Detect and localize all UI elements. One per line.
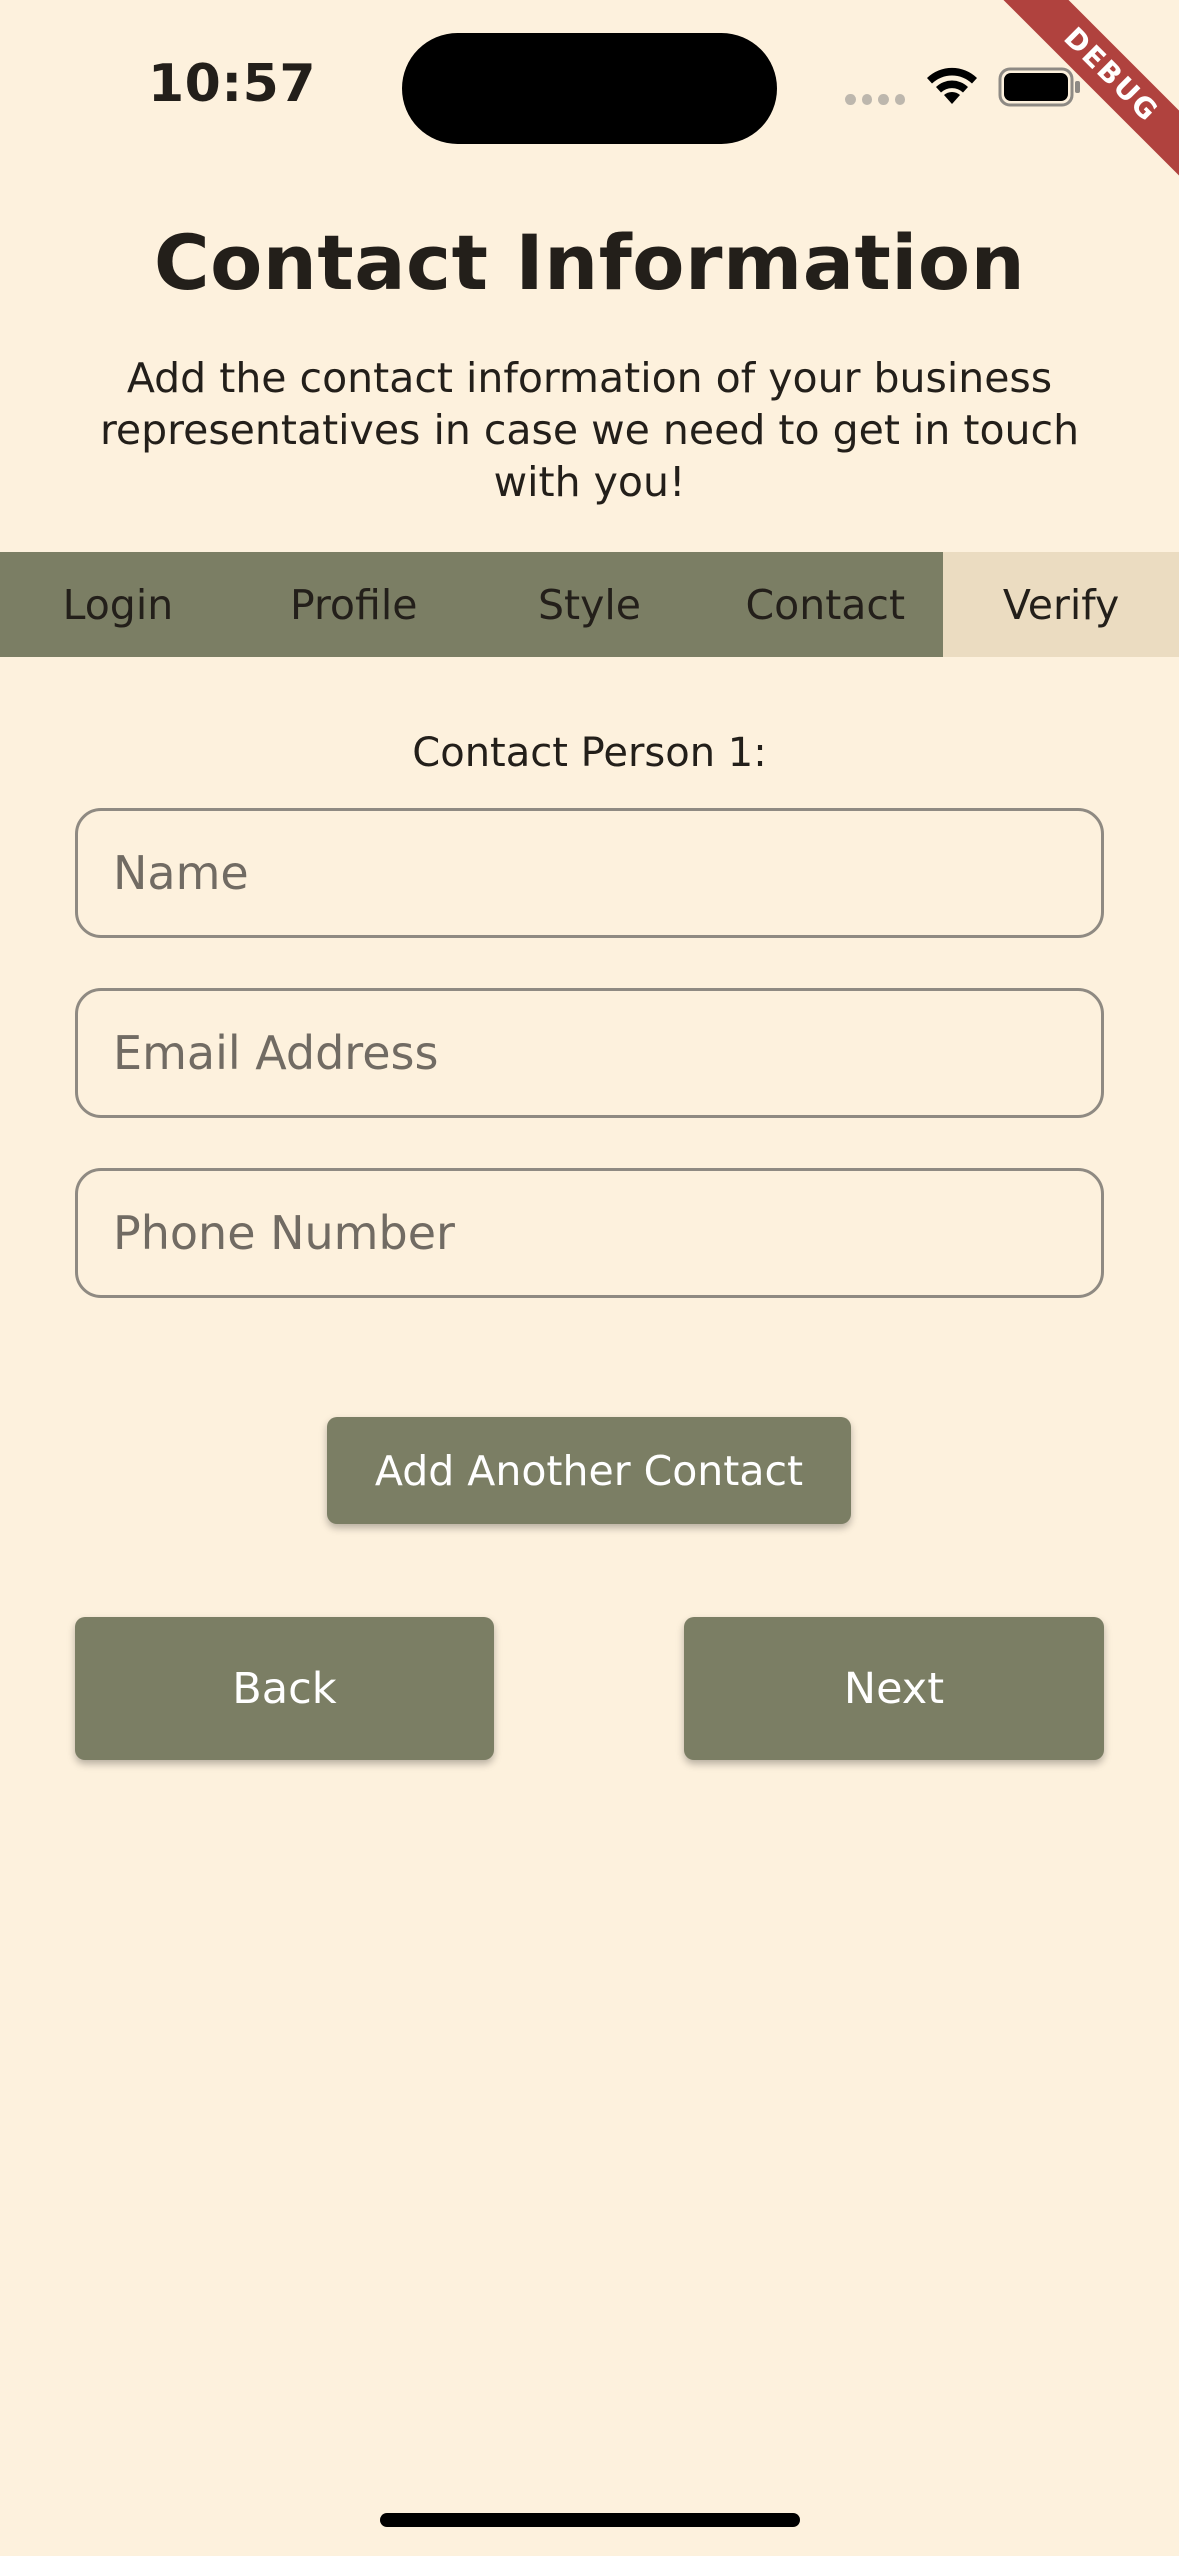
phone-input[interactable] — [75, 1168, 1104, 1298]
wifi-icon — [927, 67, 977, 104]
next-button[interactable]: Next — [684, 1617, 1104, 1760]
step-tab-bar: Login Profile Style Contact Verify — [0, 552, 1179, 657]
add-another-contact-button[interactable]: Add Another Contact — [327, 1417, 851, 1524]
email-input[interactable] — [75, 988, 1104, 1118]
debug-banner-label: DEBUG — [1002, 0, 1179, 180]
tab-style[interactable]: Style — [472, 552, 708, 657]
dynamic-island — [402, 33, 777, 144]
status-time: 10:57 — [148, 54, 317, 114]
cellular-signal-icon — [845, 94, 905, 106]
name-input[interactable] — [75, 808, 1104, 938]
tab-profile[interactable]: Profile — [236, 552, 472, 657]
contact-person-label: Contact Person 1: — [412, 730, 767, 776]
debug-banner: DEBUG — [999, 0, 1179, 180]
page-title: Contact Information — [153, 218, 1026, 307]
tab-contact[interactable]: Contact — [707, 552, 943, 657]
home-indicator[interactable] — [380, 2513, 800, 2527]
tab-verify[interactable]: Verify — [943, 552, 1179, 657]
tab-login[interactable]: Login — [0, 552, 236, 657]
back-button[interactable]: Back — [75, 1617, 494, 1760]
page-subtitle: Add the contact information of your busi… — [99, 354, 1080, 506]
